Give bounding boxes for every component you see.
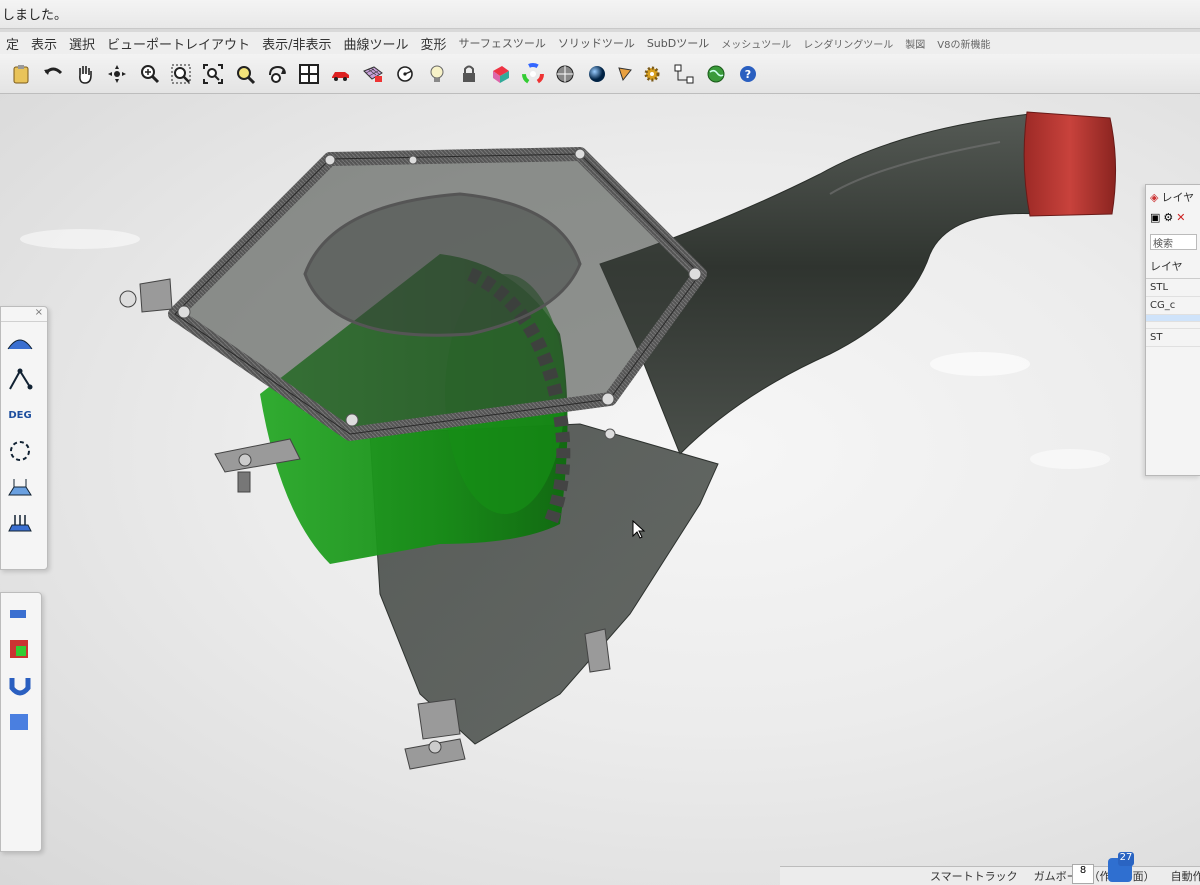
layers-panel-tab[interactable]: ◈ レイヤ [1146,185,1200,205]
layers-panel-title: レイヤ [1161,191,1195,204]
array-polar-icon[interactable] [5,436,35,466]
zoom-extents-icon[interactable] [200,61,226,87]
menu-select[interactable]: 選択 [63,34,101,53]
group-icon[interactable] [671,61,697,87]
polyline-tool-icon[interactable] [5,364,35,394]
menu-mesh-tools[interactable]: メッシュツール [715,36,797,51]
degree-tool-icon[interactable]: DEG [5,400,35,430]
pan-hand-icon[interactable] [72,61,98,87]
menu-curve-tools[interactable]: 曲線ツール [337,34,414,53]
offset-surface-icon[interactable] [5,508,35,538]
gear-icon[interactable] [639,61,665,87]
command-history-strip: しました。 [0,0,1200,29]
layer-row[interactable]: ST [1146,329,1200,347]
left-tool-palette-secondary [0,592,42,852]
clipboard-icon[interactable] [8,61,34,87]
tray-small-count: 8 [1079,865,1087,876]
standard-toolbar: ? [0,54,1200,94]
layer-search-input[interactable]: 検索 [1150,234,1197,250]
status-bar: スマートトラック ガムボール（作業平面） 自動作業 [780,866,1200,885]
lock-icon[interactable] [456,61,482,87]
menu-v8-new-features[interactable]: V8の新機能 [931,36,996,51]
smart-track-toggle[interactable]: スマートトラック [930,868,1018,884]
palette-close-icon[interactable]: × [1,307,47,322]
menu-show-hide[interactable]: 表示/非表示 [256,34,337,53]
layer-settings-icon[interactable]: ⚙ [1163,211,1173,224]
menu-bar: 定 表示 選択 ビューポートレイアウト 表示/非表示 曲線ツール 変形 サーフェ… [0,32,1200,54]
layer-row[interactable]: CG_c [1146,297,1200,315]
menu-settings[interactable]: 定 [0,34,25,53]
zoom-window-icon[interactable] [168,61,194,87]
four-viewports-icon[interactable] [296,61,322,87]
mouse-cursor-icon [632,520,646,539]
delete-layer-icon[interactable]: ✕ [1176,211,1185,224]
render-tool-icon[interactable] [5,635,35,665]
extrude-surface-icon[interactable] [5,472,35,502]
gumball-toggle[interactable]: ガムボール（作業平面） [1034,868,1155,884]
layers-toolbar: ▣ ⚙ ✕ [1146,205,1200,230]
menu-view[interactable]: 表示 [25,34,63,53]
notification-badge: 27 [1118,852,1134,866]
grid-texture-icon[interactable] [360,61,386,87]
light-bulb-icon[interactable] [424,61,450,87]
deg-label: DEG [8,409,32,421]
red-coupler [1023,111,1117,217]
sphere-gray-icon[interactable] [552,61,578,87]
command-status-text: しました。 [2,8,68,23]
car-icon[interactable] [328,61,354,87]
object-props-icon[interactable] [488,61,514,87]
undo-icon[interactable] [40,61,66,87]
menu-transform[interactable]: 変形 [414,34,452,53]
arc-tool-icon[interactable] [5,328,35,358]
sphere-blue-icon[interactable] [584,61,610,87]
menu-viewport-layout[interactable]: ビューポートレイアウト [101,34,256,53]
rotate-camera-icon[interactable] [264,61,290,87]
menu-drafting[interactable]: 製図 [899,36,931,51]
menu-solid-tools[interactable]: ソリッドツール [552,35,641,51]
left-tool-palette: × DEG [0,306,48,570]
layer-column-header: レイヤ [1146,254,1200,279]
menu-surface-tools[interactable]: サーフェスツール [452,35,551,51]
color-wheel-icon[interactable] [520,61,546,87]
perspective-viewport[interactable] [0,94,1200,885]
menu-subd-tools[interactable]: SubDツール [641,35,715,51]
menu-render-tools[interactable]: レンダリングツール [797,36,899,51]
mesh-tool-icon[interactable] [5,599,35,629]
circle-point-icon[interactable] [392,61,418,87]
zoom-selected-icon[interactable] [232,61,258,87]
tray-app-icon[interactable]: 8 [1072,864,1094,884]
auto-save-indicator: 自動作業 [1170,870,1200,883]
layer-row-selected[interactable] [1146,315,1200,322]
magnet-tool-icon[interactable] [5,671,35,701]
svg-text:?: ? [745,68,751,81]
cone-icon[interactable] [616,65,634,83]
globe-icon[interactable] [703,61,729,87]
rotate-view-icon[interactable] [104,61,130,87]
layers-panel: ◈ レイヤ ▣ ⚙ ✕ 検索 レイヤ STL CG_c ST [1145,184,1200,476]
layer-row[interactable] [1146,322,1200,329]
surface-tool-icon[interactable] [5,707,35,737]
help-icon[interactable]: ? [735,61,761,87]
zoom-icon[interactable] [136,61,162,87]
layer-row[interactable]: STL [1146,279,1200,297]
new-layer-icon[interactable]: ▣ [1150,211,1160,224]
rendered-model [20,111,1117,770]
layers-icon: ◈ [1150,190,1159,204]
